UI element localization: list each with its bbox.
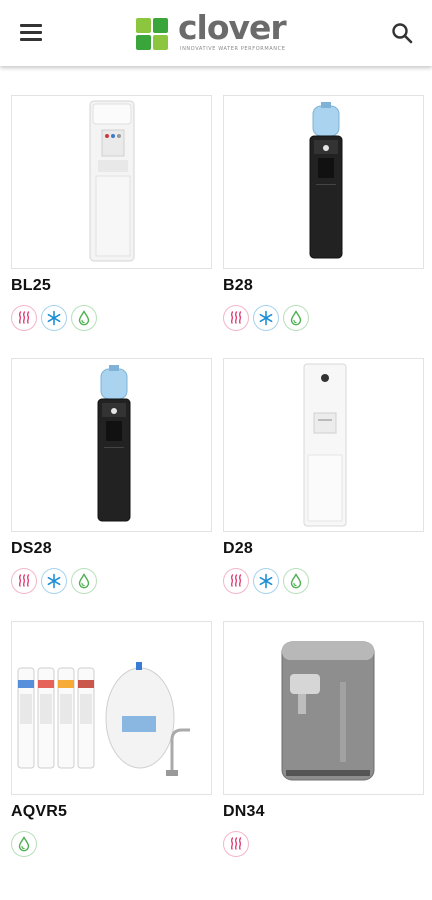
product-name[interactable]: DS28: [11, 540, 212, 560]
cold-water-icon: [253, 305, 279, 331]
product-name[interactable]: DN34: [223, 803, 424, 823]
cold-water-icon: [41, 305, 67, 331]
hamburger-menu-icon[interactable]: [20, 22, 44, 42]
hot-water-icon: [11, 305, 37, 331]
ambient-water-icon: [283, 305, 309, 331]
app-header: clover INNOVATIVE WATER PERFORMANCE: [0, 0, 432, 66]
product-features: [223, 831, 424, 857]
product-image[interactable]: [11, 621, 212, 795]
product-image[interactable]: [223, 358, 424, 532]
product-features: [223, 568, 424, 594]
hot-water-icon: [11, 568, 37, 594]
product-card[interactable]: DN34: [223, 621, 424, 884]
product-name[interactable]: D28: [223, 540, 424, 560]
product-features: [223, 305, 424, 331]
hot-water-icon: [223, 568, 249, 594]
product-name[interactable]: BL25: [11, 277, 212, 297]
product-grid: BL25 B28 DS28 D28 AQVR5 DN34: [11, 95, 425, 884]
product-card[interactable]: AQVR5: [11, 621, 212, 884]
product-card[interactable]: DS28: [11, 358, 212, 621]
brand-wordmark: clover: [178, 8, 287, 47]
clover-logo-mark-icon: [136, 18, 168, 50]
product-image[interactable]: [11, 95, 212, 269]
product-name[interactable]: AQVR5: [11, 803, 212, 823]
ambient-water-icon: [283, 568, 309, 594]
ambient-water-icon: [11, 831, 37, 857]
ambient-water-icon: [71, 305, 97, 331]
product-card[interactable]: B28: [223, 95, 424, 358]
cold-water-icon: [41, 568, 67, 594]
product-image[interactable]: [223, 621, 424, 795]
ambient-water-icon: [71, 568, 97, 594]
product-features: [11, 305, 212, 331]
hot-water-icon: [223, 305, 249, 331]
product-card[interactable]: D28: [223, 358, 424, 621]
product-features: [11, 568, 212, 594]
product-image[interactable]: [223, 95, 424, 269]
product-name[interactable]: B28: [223, 277, 424, 297]
cold-water-icon: [253, 568, 279, 594]
brand-tagline: INNOVATIVE WATER PERFORMANCE: [180, 46, 286, 52]
clover-logo[interactable]: clover INNOVATIVE WATER PERFORMANCE: [136, 8, 306, 54]
product-image[interactable]: [11, 358, 212, 532]
search-icon[interactable]: [390, 21, 414, 45]
hot-water-icon: [223, 831, 249, 857]
product-card[interactable]: BL25: [11, 95, 212, 358]
product-features: [11, 831, 212, 857]
